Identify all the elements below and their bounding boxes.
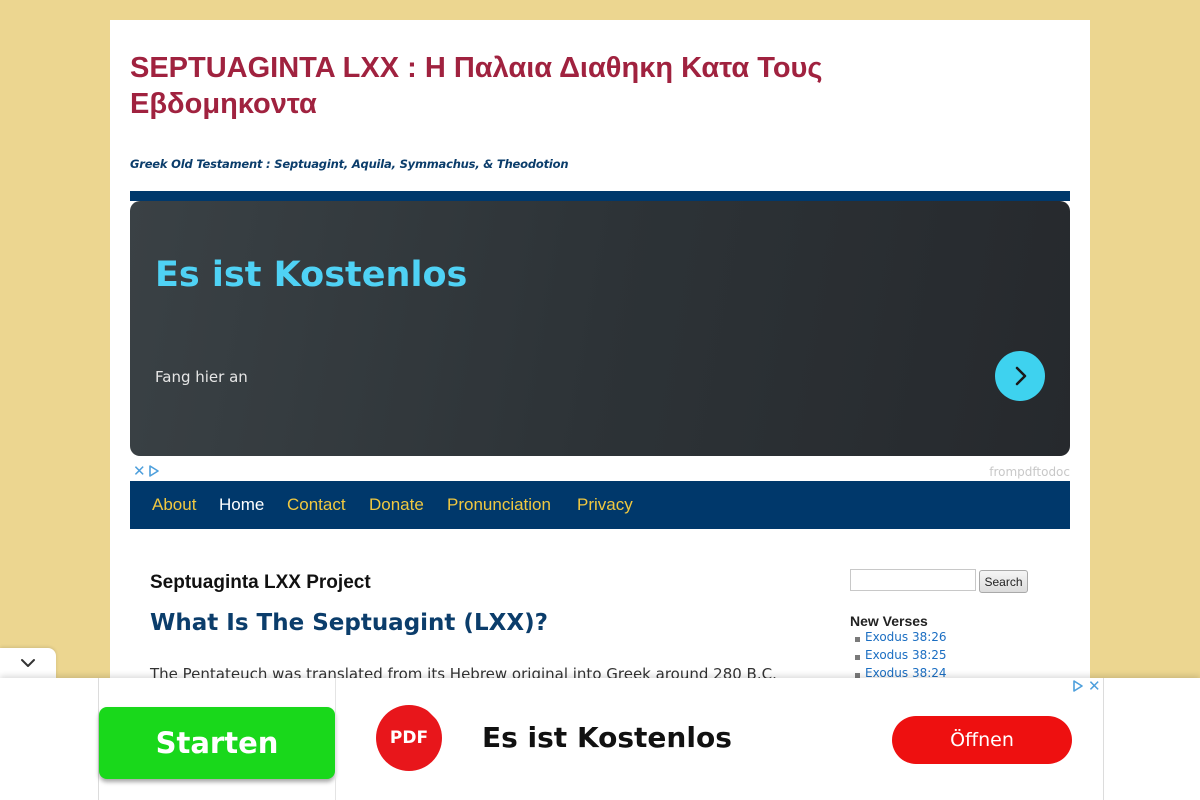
- search-button[interactable]: Search: [979, 570, 1028, 593]
- search-input[interactable]: [850, 569, 976, 591]
- open-button[interactable]: Öffnen: [892, 716, 1072, 764]
- verse-link[interactable]: Exodus 38:25: [865, 648, 947, 662]
- pdf-logo-text: PDF: [389, 728, 429, 748]
- ad-subtext[interactable]: Fang hier an: [155, 368, 248, 386]
- site-tagline: Greek Old Testament : Septuagint, Aquila…: [130, 157, 569, 171]
- nav-item-contact[interactable]: Contact: [287, 495, 346, 515]
- header-bar: [130, 191, 1070, 201]
- new-verses-title: New Verses: [850, 613, 928, 629]
- nav-item-privacy[interactable]: Privacy: [577, 495, 633, 515]
- ad-banner[interactable]: Es ist Kostenlos Fang hier an: [130, 201, 1070, 456]
- ad-close-icon[interactable]: ✕: [133, 462, 146, 480]
- chevron-down-icon: [21, 659, 35, 667]
- main-nav: About Home Contact Donate Pronunciation …: [130, 481, 1070, 529]
- bullet-icon: [855, 655, 860, 660]
- adchoices-icon[interactable]: [148, 465, 160, 477]
- chevron-right-icon: [1015, 366, 1027, 386]
- bullet-icon: [855, 637, 860, 642]
- section-heading: What Is The Septuagint (LXX)?: [150, 610, 548, 636]
- anchor-ad-bar: ✕ Starten PDF Es ist Kostenlos Öffnen: [0, 678, 1200, 800]
- anchor-ad[interactable]: ✕ Starten PDF Es ist Kostenlos Öffnen: [98, 678, 1104, 800]
- nav-item-about[interactable]: About: [152, 495, 196, 515]
- pdf-logo-icon[interactable]: PDF: [376, 705, 442, 771]
- verse-link[interactable]: Exodus 38:26: [865, 630, 947, 644]
- nav-item-home[interactable]: Home: [219, 495, 264, 515]
- ad-source-label[interactable]: frompdftodoc: [989, 465, 1070, 479]
- adchoices-icon[interactable]: [1072, 680, 1084, 692]
- page-title: Septuaginta LXX Project: [150, 572, 371, 593]
- ad-collapse-tab[interactable]: [0, 648, 56, 678]
- nav-item-pronunciation[interactable]: Pronunciation: [447, 495, 551, 515]
- ad-go-button[interactable]: [995, 351, 1045, 401]
- anchor-ad-headline[interactable]: Es ist Kostenlos: [482, 721, 732, 754]
- ad-choices-row: ✕ frompdftodoc: [130, 462, 1070, 480]
- site-title[interactable]: SEPTUAGINTA LXX : Η Παλαια Διαθηκη Κατα …: [130, 50, 830, 122]
- divider: [335, 678, 336, 800]
- starten-button[interactable]: Starten: [99, 707, 335, 779]
- nav-item-donate[interactable]: Donate: [369, 495, 424, 515]
- ad-headline[interactable]: Es ist Kostenlos: [155, 255, 467, 295]
- anchor-ad-close-icon[interactable]: ✕: [1088, 677, 1101, 695]
